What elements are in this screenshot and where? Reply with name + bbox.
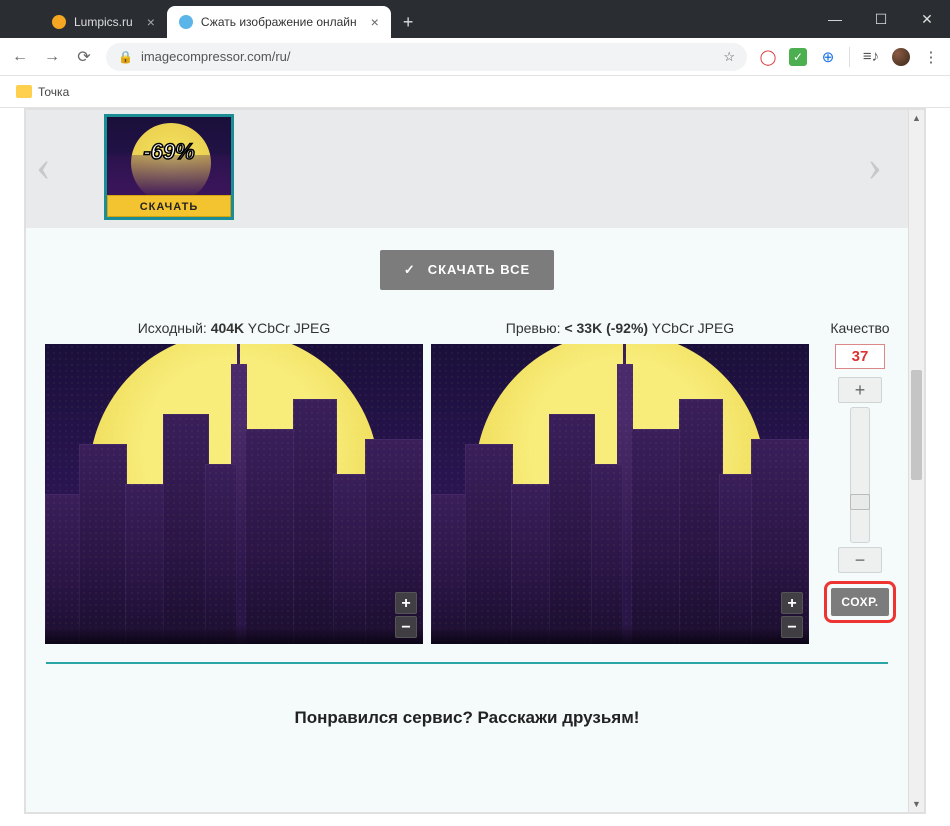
quality-slider[interactable] — [850, 407, 870, 543]
original-header: Исходный: 404K YCbCr JPEG — [45, 320, 423, 336]
compressed-preview[interactable]: + − — [431, 344, 809, 644]
zoom-out-button[interactable]: − — [395, 616, 417, 638]
zoom-controls: + − — [395, 592, 417, 638]
scroll-up-icon[interactable]: ▲ — [909, 110, 924, 126]
address-bar: ← → ⟳ 🔒 imagecompressor.com/ru/ ☆ ◯ ✓ ⊕ … — [0, 38, 950, 76]
chevron-right-icon[interactable]: › — [867, 140, 882, 191]
forward-button[interactable]: → — [42, 48, 62, 66]
reload-button[interactable]: ⟳ — [74, 47, 94, 67]
profile-avatar[interactable] — [892, 48, 910, 66]
new-tab-button[interactable]: + — [391, 6, 426, 38]
scrollbar-thumb[interactable] — [911, 370, 922, 480]
chevron-left-icon[interactable]: ‹ — [36, 140, 51, 191]
close-icon[interactable]: × — [147, 14, 155, 30]
reduction-badge: -69% — [107, 139, 231, 165]
download-all-button[interactable]: ✓СКАЧАТЬ ВСЕ — [380, 250, 554, 290]
bookmarks-bar: Точка — [0, 76, 950, 108]
preview-column: Превью: < 33K (-92%) YCbCr JPEG — [431, 320, 809, 644]
zoom-out-button[interactable]: − — [781, 616, 803, 638]
back-button[interactable]: ← — [10, 48, 30, 66]
url-field[interactable]: 🔒 imagecompressor.com/ru/ ☆ — [106, 43, 747, 71]
scroll-down-icon[interactable]: ▼ — [909, 796, 924, 812]
vertical-scrollbar[interactable]: ▲ ▼ — [908, 110, 924, 812]
menu-icon[interactable]: ⋮ — [922, 48, 940, 66]
playlist-icon[interactable]: ≡♪ — [862, 48, 880, 65]
preview-header: Превью: < 33K (-92%) YCbCr JPEG — [431, 320, 809, 336]
browser-tab-active[interactable]: Сжать изображение онлайн × — [167, 6, 391, 38]
lock-icon: 🔒 — [118, 50, 133, 64]
quality-panel: Качество 37 + − СОХР. — [819, 320, 901, 644]
queue-thumbnail[interactable]: -69% СКАЧАТЬ — [104, 114, 234, 220]
original-column: Исходный: 404K YCbCr JPEG — [45, 320, 423, 644]
close-window-button[interactable]: ✕ — [904, 0, 950, 38]
check-icon: ✓ — [404, 262, 416, 277]
zoom-in-button[interactable]: + — [781, 592, 803, 614]
original-preview[interactable]: + − — [45, 344, 423, 644]
quality-minus-button[interactable]: − — [838, 547, 882, 573]
globe-ext-icon[interactable]: ⊕ — [819, 48, 837, 66]
divider — [46, 662, 888, 664]
browser-titlebar: Lumpics.ru × Сжать изображение онлайн × … — [0, 0, 950, 38]
minimize-button[interactable]: — — [812, 0, 858, 38]
quality-label: Качество — [819, 320, 901, 336]
thumbnail-strip: ‹ › -69% СКАЧАТЬ — [26, 110, 908, 228]
bookmark-item[interactable]: Точка — [38, 85, 69, 99]
save-highlight: СОХР. — [824, 581, 896, 623]
tab-title: Сжать изображение онлайн — [201, 15, 357, 29]
check-ext-icon[interactable]: ✓ — [789, 48, 807, 66]
compressor-favicon — [179, 15, 193, 29]
comparison-row: Исходный: 404K YCbCr JPEG — [26, 320, 908, 644]
thumbnail-image: -69% — [107, 117, 231, 195]
zoom-in-button[interactable]: + — [395, 592, 417, 614]
page-content: ‹ › -69% СКАЧАТЬ ✓СКАЧАТЬ ВСЕ Исходный: … — [24, 108, 926, 814]
share-prompt: Понравился сервис? Расскажи друзьям! — [26, 708, 908, 728]
maximize-button[interactable]: ☐ — [858, 0, 904, 38]
lumpics-favicon — [52, 15, 66, 29]
zoom-controls: + − — [781, 592, 803, 638]
opera-ext-icon[interactable]: ◯ — [759, 48, 777, 66]
quality-value[interactable]: 37 — [835, 344, 885, 369]
browser-tab-inactive[interactable]: Lumpics.ru × — [40, 6, 167, 38]
download-button[interactable]: СКАЧАТЬ — [107, 195, 231, 217]
url-text: imagecompressor.com/ru/ — [141, 49, 291, 64]
tab-title: Lumpics.ru — [74, 15, 133, 29]
close-icon[interactable]: × — [371, 14, 379, 30]
quality-plus-button[interactable]: + — [838, 377, 882, 403]
save-button[interactable]: СОХР. — [831, 588, 889, 616]
slider-thumb[interactable] — [850, 494, 870, 510]
window-controls: — ☐ ✕ — [812, 0, 950, 38]
folder-icon — [16, 85, 32, 98]
star-icon[interactable]: ☆ — [723, 49, 735, 65]
